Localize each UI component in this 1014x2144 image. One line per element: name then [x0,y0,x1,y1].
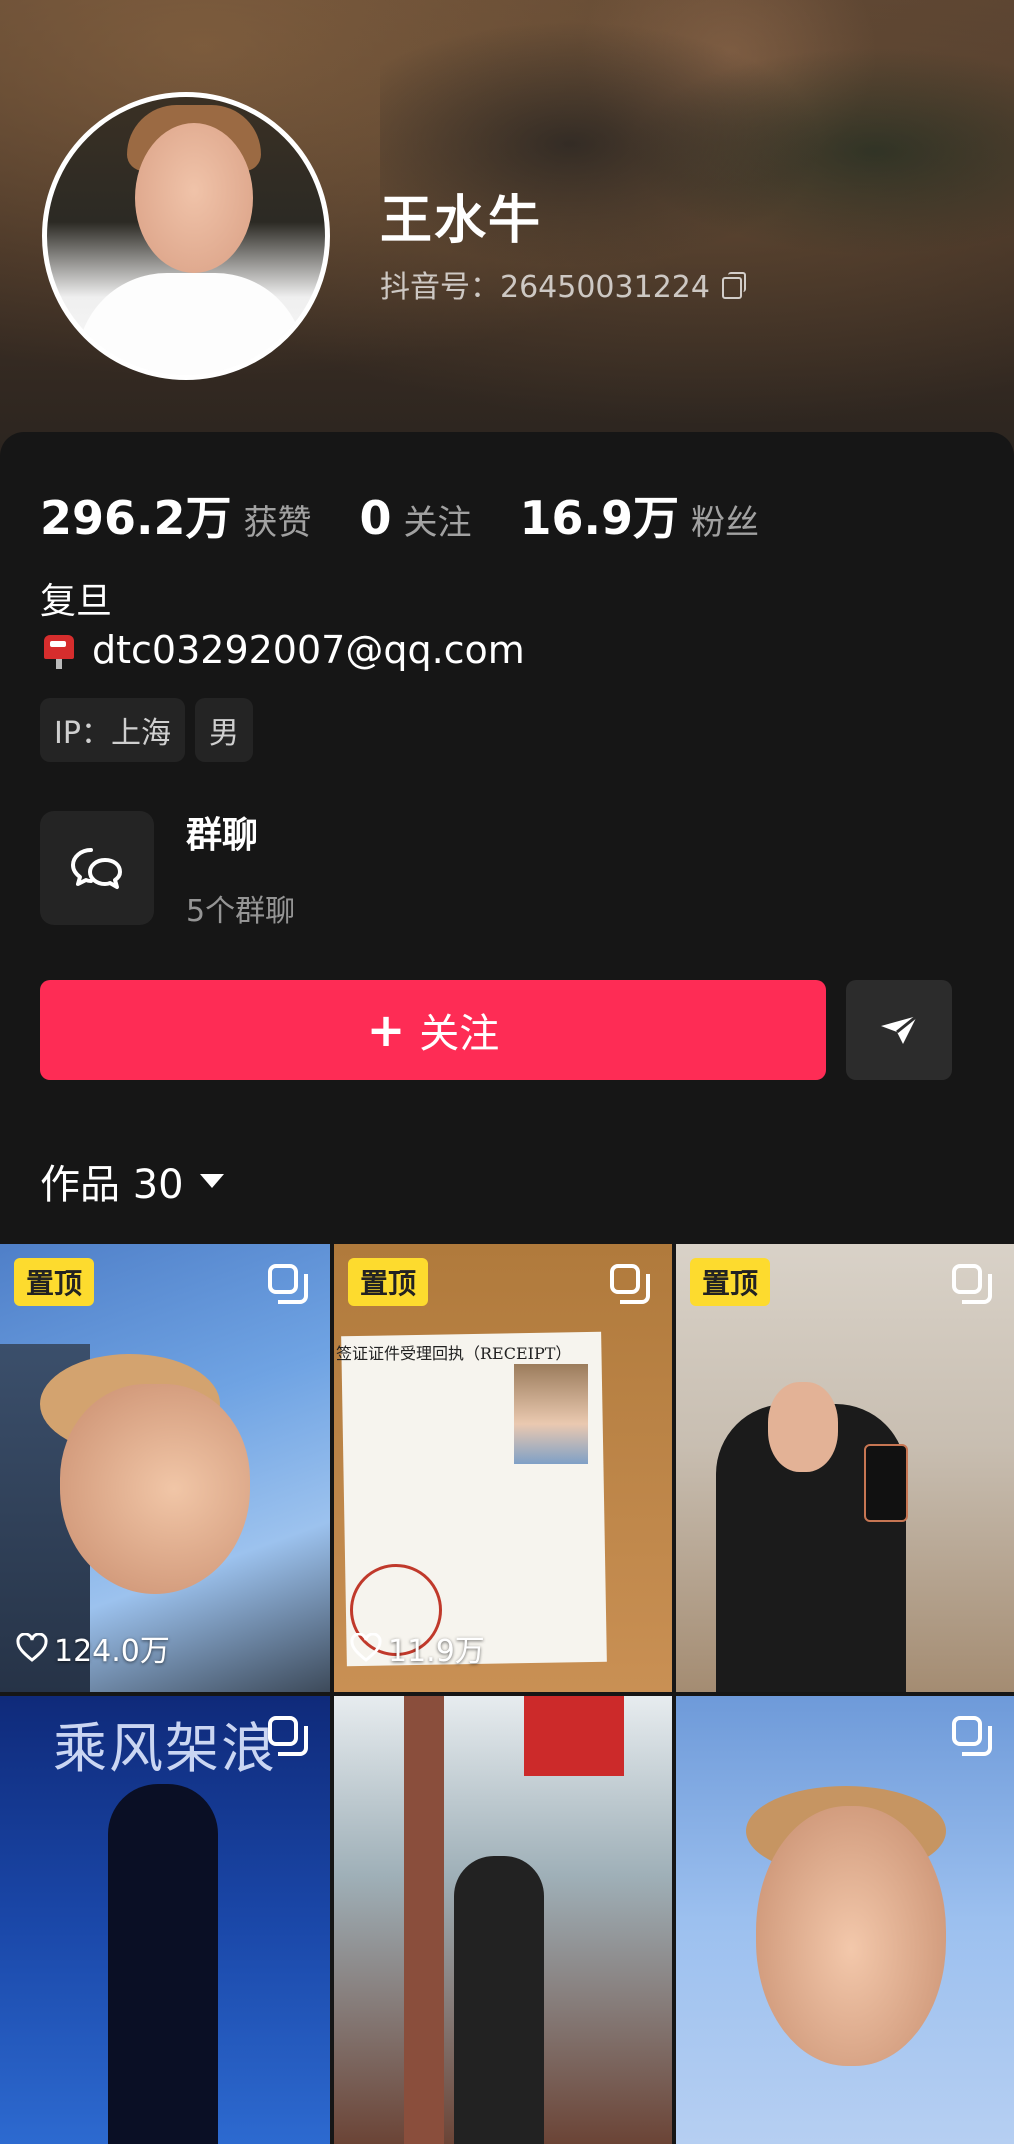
avatar[interactable] [42,92,330,380]
douyin-id[interactable]: 抖音号：26450031224 [380,262,746,306]
works-count-label: 作品 30 [40,1162,184,1208]
follow-button[interactable]: + 关注 [40,980,826,1080]
pinned-badge: 置顶 [690,1258,771,1306]
stat-value: 0 [359,491,392,545]
video-thumbnail [676,1696,1014,2144]
stat-likes[interactable]: 296.2万 获赞 [40,482,312,548]
plus-icon: + [366,1003,406,1057]
like-count: 11.9万 [350,1626,485,1670]
group-chat-icon-box [40,811,154,925]
stat-value: 16.9万 [519,491,680,545]
like-count-text: 124.0万 [54,1634,170,1669]
video-tile[interactable]: 置顶 124.0万 [0,1244,330,1692]
copy-icon[interactable] [720,271,746,299]
stat-label: 获赞 [243,503,312,543]
dropdown-caret-icon [199,1174,224,1188]
video-grid: 置顶 124.0万 签证证件受理回执（RECEIPT） 置顶 11.9万 置顶 … [0,1244,1014,2144]
profile-header-background: 王水牛 抖音号：26450031224 [0,0,1014,470]
heart-icon [16,1633,48,1662]
video-tile[interactable] [676,1696,1014,2144]
video-tile[interactable]: 置顶 [676,1244,1014,1692]
group-chat-count: 5个群聊 [186,894,296,929]
video-tile[interactable]: 签证证件受理回执（RECEIPT） 置顶 11.9万 [334,1244,672,1692]
group-chat-entry[interactable]: 群聊 5个群聊 [40,806,295,930]
share-button[interactable] [846,980,952,1080]
stat-value: 296.2万 [40,491,232,545]
video-thumbnail [0,1244,330,1692]
stat-followers[interactable]: 16.9万 粉丝 [520,482,760,548]
stat-label: 粉丝 [691,503,760,543]
multi-image-icon [610,1264,650,1304]
bio-email: dtc03292007@qq.com [40,628,525,672]
tag-ip-location: IP：上海 [40,698,185,762]
document-title: 签证证件受理回执（RECEIPT） [336,1344,572,1363]
video-thumbnail [676,1244,1014,1692]
video-thumbnail: 乘风架浪 [0,1696,330,2144]
pinned-badge: 置顶 [14,1258,95,1306]
email-text: dtc03292007@qq.com [92,628,525,672]
tag-gender: 男 [194,698,253,762]
video-tile[interactable]: 乘风架浪 [0,1696,330,2144]
video-tile[interactable] [334,1696,672,2144]
profile-name: 王水牛 [380,191,543,251]
video-thumbnail: 签证证件受理回执（RECEIPT） [334,1244,672,1692]
stat-label: 关注 [403,503,472,543]
share-arrow-icon [881,1014,918,1044]
video-thumbnail [334,1696,672,2144]
profile-tags: IP：上海 男 [40,698,253,762]
chat-bubbles-icon [71,848,122,889]
like-count-text: 11.9万 [388,1634,485,1669]
stats-row: 296.2万 获赞 0 关注 16.9万 粉丝 [40,482,807,548]
stat-following[interactable]: 0 关注 [360,491,472,545]
like-count: 124.0万 [16,1626,170,1670]
group-chat-title: 群聊 [186,815,259,856]
multi-image-icon [952,1264,992,1304]
works-tab[interactable]: 作品 30 [40,1152,224,1210]
douyin-id-text: 抖音号：26450031224 [380,270,710,305]
pinned-badge: 置顶 [348,1258,429,1306]
bio-school: 复旦 [40,581,113,622]
multi-image-icon [952,1716,992,1756]
follow-button-label: 关注 [419,1011,500,1057]
heart-icon [350,1633,382,1662]
multi-image-icon [268,1264,308,1304]
mailbox-icon [40,631,78,669]
multi-image-icon [268,1716,308,1756]
